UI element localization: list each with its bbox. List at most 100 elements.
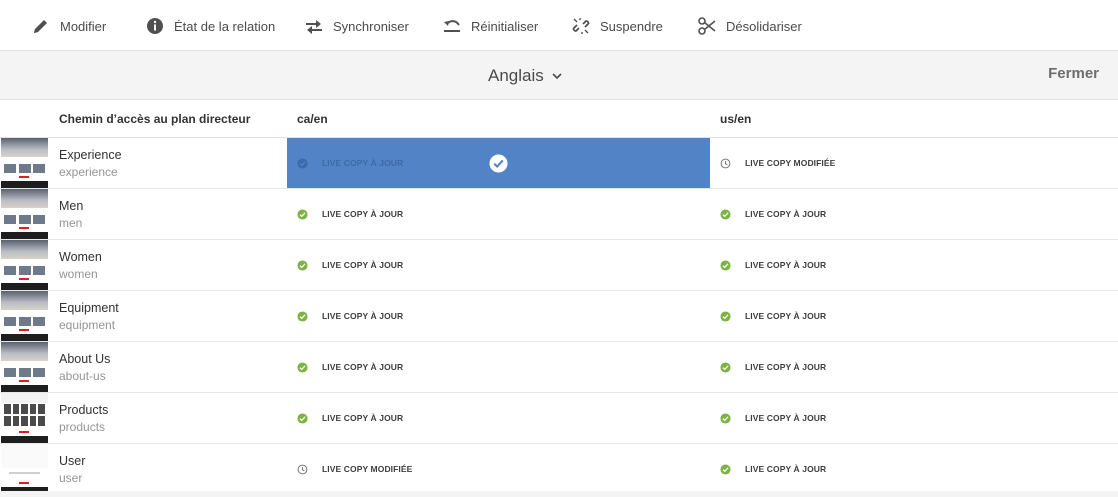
suspend-link-icon: [572, 18, 590, 34]
check-circle-icon: [297, 310, 308, 322]
status-text: LIVE COPY À JOUR: [322, 158, 404, 168]
language-selector-value: Anglais: [488, 66, 544, 85]
status-text: LIVE COPY À JOUR: [745, 413, 827, 423]
check-circle-icon: [720, 463, 731, 475]
status-text: LIVE COPY À JOUR: [322, 260, 404, 270]
status-text: LIVE COPY À JOUR: [745, 311, 827, 321]
relationship-status-label: État de la relation: [174, 18, 276, 34]
clock-icon: [297, 464, 308, 474]
check-circle-icon: [297, 412, 308, 424]
reset-button[interactable]: Réinitialiser: [442, 14, 538, 38]
page-thumbnail: [1, 444, 48, 494]
status-text: LIVE COPY MODIFIÉE: [322, 464, 413, 474]
column-header-us-en[interactable]: us/en: [720, 112, 751, 126]
check-circle-icon: [720, 310, 731, 322]
page-title: Equipment: [59, 301, 119, 315]
table-row[interactable]: Equipment equipment LIVE COPY À JOUR LIVE C…: [0, 291, 1118, 342]
action-toolbar: Modifier État de la relation Synchronise…: [0, 0, 1118, 51]
page-thumbnail: [1, 342, 48, 392]
status-text: LIVE COPY À JOUR: [322, 311, 404, 321]
relationship-status-button[interactable]: État de la relation: [145, 14, 275, 38]
reset-icon: [444, 20, 460, 32]
column-header-blueprint-path: Chemin d’accès au plan directeur: [59, 112, 251, 126]
status-cell-ca-en[interactable]: LIVE COPY À JOUR: [287, 291, 710, 341]
status-cell-ca-en[interactable]: LIVE COPY À JOUR: [287, 189, 710, 239]
close-button[interactable]: Fermer: [1048, 65, 1099, 82]
check-circle-icon: [720, 361, 731, 373]
table-row[interactable]: Men men LIVE COPY À JOUR LIVE COPY À JOUR: [0, 189, 1118, 240]
bottom-strip: [0, 491, 1118, 497]
table-row[interactable]: About Us about-us LIVE COPY À JOUR LIVE COP…: [0, 342, 1118, 393]
status-cell-ca-en[interactable]: LIVE COPY À JOUR: [287, 393, 710, 443]
language-selector[interactable]: Anglais: [488, 65, 562, 87]
check-circle-icon: [297, 361, 308, 373]
selected-check-icon: [489, 154, 508, 173]
table-row[interactable]: Women women LIVE COPY À JOUR LIVE COPY À JO…: [0, 240, 1118, 291]
status-text: LIVE COPY À JOUR: [745, 464, 827, 474]
status-cell-us-en[interactable]: LIVE COPY À JOUR: [710, 291, 1118, 341]
page-title: Products: [59, 403, 109, 417]
table-row[interactable]: Experience experience LIVE COPY À JOUR LIVE…: [0, 138, 1118, 189]
clock-icon: [720, 158, 731, 168]
status-cell-ca-en[interactable]: LIVE COPY À JOUR: [287, 240, 710, 290]
modify-button-label: Modifier: [60, 18, 107, 34]
status-cell-ca-en[interactable]: LIVE COPY À JOUR: [287, 342, 710, 392]
info-icon: [147, 18, 163, 34]
page-title: User: [59, 454, 86, 468]
detach-button[interactable]: Désolidariser: [697, 14, 802, 38]
suspend-label: Suspendre: [600, 18, 663, 34]
status-cell-ca-en[interactable]: LIVE COPY À JOUR: [287, 138, 710, 188]
status-text: LIVE COPY À JOUR: [322, 413, 404, 423]
sync-icon: [306, 20, 322, 34]
page-title: Men: [59, 199, 84, 213]
status-text: LIVE COPY À JOUR: [322, 362, 404, 372]
check-circle-icon: [720, 412, 731, 424]
page-title: About Us: [59, 352, 111, 366]
synchronize-label: Synchroniser: [333, 18, 409, 34]
check-circle-icon: [297, 259, 308, 271]
reset-label: Réinitialiser: [471, 18, 539, 34]
pencil-icon: [34, 20, 47, 33]
page-thumbnail: [1, 291, 48, 341]
page-path: men: [59, 216, 83, 230]
column-header-ca-en[interactable]: ca/en: [297, 112, 328, 126]
synchronize-button[interactable]: Synchroniser: [304, 14, 409, 38]
check-circle-icon: [297, 208, 308, 220]
status-text: LIVE COPY À JOUR: [745, 362, 827, 372]
status-cell-us-en[interactable]: LIVE COPY À JOUR: [710, 393, 1118, 443]
status-text: LIVE COPY À JOUR: [745, 260, 827, 270]
status-text: LIVE COPY MODIFIÉE: [745, 158, 836, 168]
page-thumbnail: [1, 138, 48, 188]
page-path: products: [59, 420, 106, 434]
status-cell-us-en[interactable]: LIVE COPY À JOUR: [710, 342, 1118, 392]
status-cell-ca-en[interactable]: LIVE COPY MODIFIÉE: [287, 444, 710, 494]
chevron-down-icon: [552, 73, 562, 80]
table-row[interactable]: Products products LIVE COPY À JOUR LIVE COP…: [0, 393, 1118, 444]
status-cell-us-en[interactable]: LIVE COPY À JOUR: [710, 444, 1118, 494]
page-path: equipment: [59, 318, 116, 332]
language-bar: Anglais Fermer: [0, 51, 1118, 100]
page-title: Women: [59, 250, 102, 264]
status-cell-us-en[interactable]: LIVE COPY À JOUR: [710, 240, 1118, 290]
check-circle-icon: [297, 157, 308, 169]
scissors-icon: [698, 17, 716, 35]
page-path: about-us: [59, 369, 106, 383]
page-path: experience: [59, 165, 118, 179]
status-text: LIVE COPY À JOUR: [322, 209, 404, 219]
page-title: Experience: [59, 148, 122, 162]
page-thumbnail: [1, 240, 48, 290]
status-cell-us-en[interactable]: LIVE COPY MODIFIÉE: [710, 138, 1118, 188]
page-path: user: [59, 471, 83, 485]
status-cell-us-en[interactable]: LIVE COPY À JOUR: [710, 189, 1118, 239]
page-path: women: [59, 267, 98, 281]
table-row[interactable]: User user LIVE COPY MODIFIÉE LIVE COPY À JO…: [0, 444, 1118, 494]
detach-label: Désolidariser: [726, 18, 802, 34]
modify-button[interactable]: Modifier: [31, 14, 106, 38]
table-header: Chemin d’accès au plan directeur ca/en u…: [0, 100, 1118, 138]
page-thumbnail: [1, 393, 48, 443]
check-circle-icon: [720, 259, 731, 271]
suspend-button[interactable]: Suspendre: [571, 14, 663, 38]
page-thumbnail: [1, 189, 48, 239]
table-body: Experience experience LIVE COPY À JOUR LIVE…: [0, 138, 1118, 494]
status-text: LIVE COPY À JOUR: [745, 209, 827, 219]
